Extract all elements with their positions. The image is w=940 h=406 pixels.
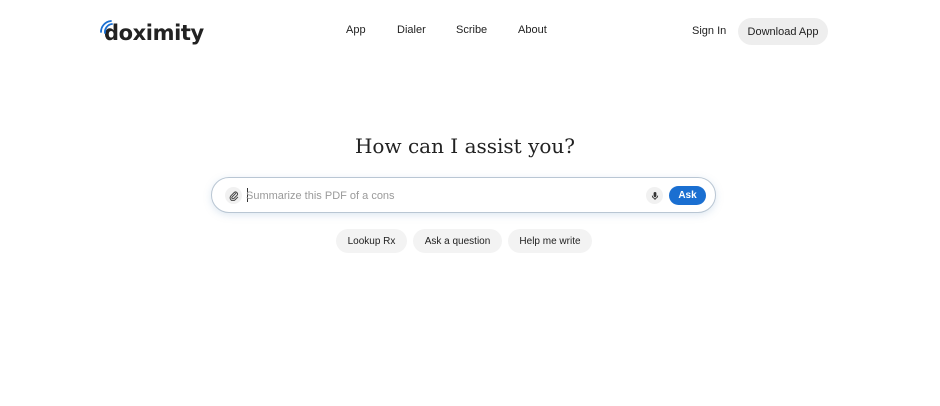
nav-item-about[interactable]: About [518, 24, 547, 36]
attach-button[interactable] [225, 187, 242, 204]
suggestion-chips: Lookup Rx Ask a question Help me write [0, 229, 940, 253]
sign-in-link[interactable]: Sign In [692, 25, 726, 37]
ask-button[interactable]: Ask [669, 186, 706, 205]
nav-item-app[interactable]: App [346, 24, 366, 36]
chip-lookup-rx[interactable]: Lookup Rx [336, 229, 407, 253]
nav-item-scribe[interactable]: Scribe [456, 24, 487, 36]
chip-help-me-write[interactable]: Help me write [508, 229, 592, 253]
ask-input[interactable] [246, 187, 626, 204]
page: doximity App Dialer Scribe About Sign In… [0, 0, 940, 406]
page-title: How can I assist you? [354, 134, 576, 158]
paperclip-icon [229, 191, 238, 201]
download-app-button[interactable]: Download App [738, 18, 828, 45]
ask-search-box: Ask [211, 177, 716, 213]
microphone-icon [651, 191, 658, 200]
chip-ask-a-question[interactable]: Ask a question [413, 229, 502, 253]
microphone-button[interactable] [646, 187, 663, 204]
nav-item-dialer[interactable]: Dialer [397, 24, 426, 36]
